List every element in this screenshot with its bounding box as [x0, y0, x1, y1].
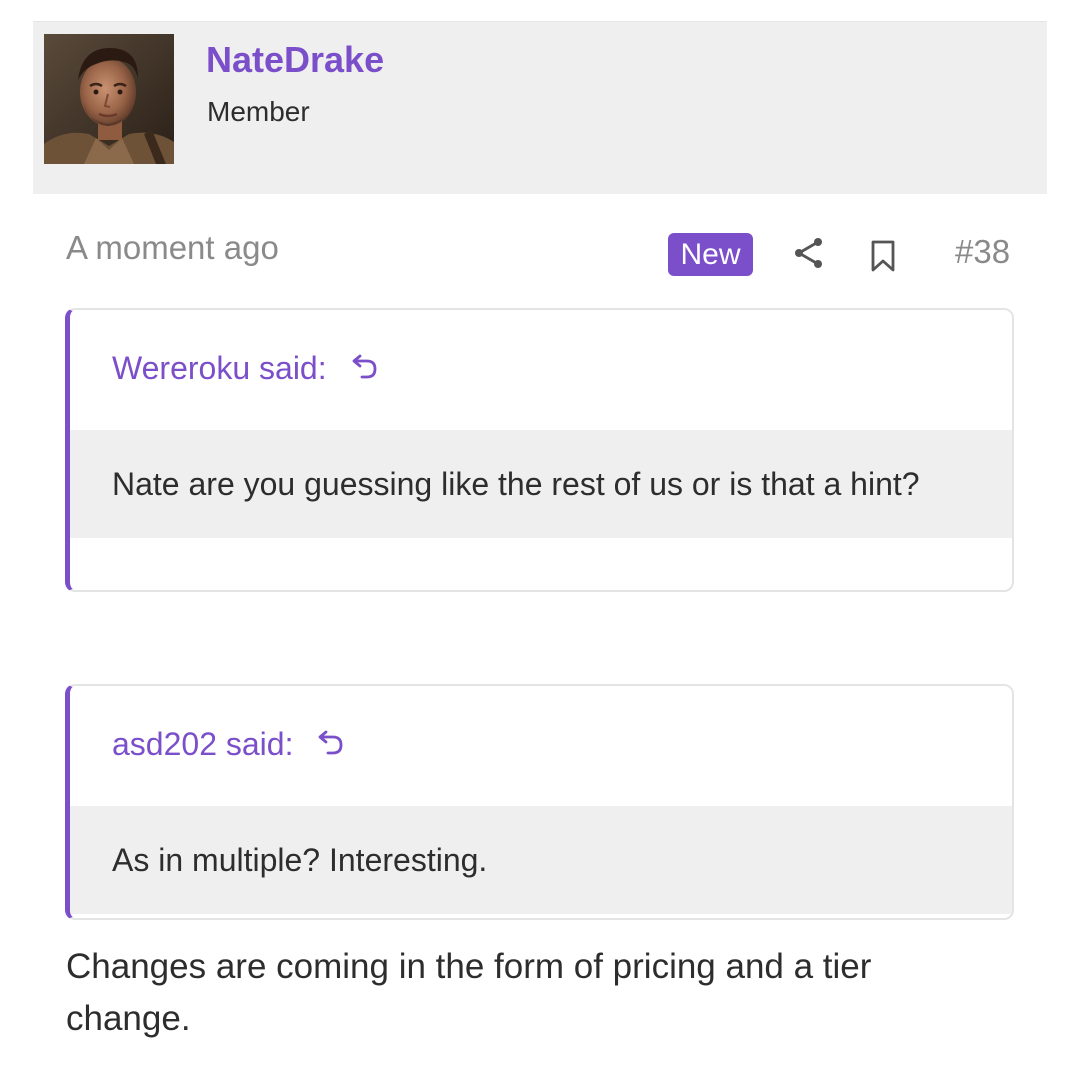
- quote-author-label: Wereroku said:: [112, 350, 327, 386]
- reply-arrow-icon[interactable]: [350, 352, 380, 382]
- forum-post: NateDrake Member A moment ago New #38 We…: [33, 21, 1047, 1071]
- quote-block: Wereroku said: Nate are you guessing lik…: [65, 308, 1014, 592]
- quote-author-label: asd202 said:: [112, 726, 294, 762]
- new-badge: New: [668, 233, 753, 276]
- avatar[interactable]: [44, 34, 174, 164]
- quote-text: Nate are you guessing like the rest of u…: [70, 430, 1012, 538]
- quote-header: asd202 said:: [70, 686, 1012, 806]
- quote-author-link[interactable]: asd202 said:: [112, 726, 346, 763]
- page: NateDrake Member A moment ago New #38 We…: [0, 0, 1080, 1071]
- quote-author-link[interactable]: Wereroku said:: [112, 350, 380, 387]
- quote-block: asd202 said: As in multiple? Interesting…: [65, 684, 1014, 920]
- user-title: Member: [207, 96, 310, 127]
- post-user-header: NateDrake Member: [33, 21, 1047, 194]
- reply-arrow-icon[interactable]: [316, 728, 346, 758]
- bookmark-icon[interactable]: [869, 239, 897, 273]
- quote-text: As in multiple? Interesting.: [70, 806, 1012, 914]
- share-icon[interactable]: [791, 235, 827, 271]
- username[interactable]: NateDrake: [206, 39, 384, 81]
- quote-header: Wereroku said:: [70, 310, 1012, 430]
- post-number-link[interactable]: #38: [955, 233, 1010, 271]
- post-message: Changes are coming in the form of pricin…: [66, 947, 872, 1038]
- post-timestamp[interactable]: A moment ago: [66, 229, 279, 267]
- post-meta-row: A moment ago New #38: [33, 221, 1047, 291]
